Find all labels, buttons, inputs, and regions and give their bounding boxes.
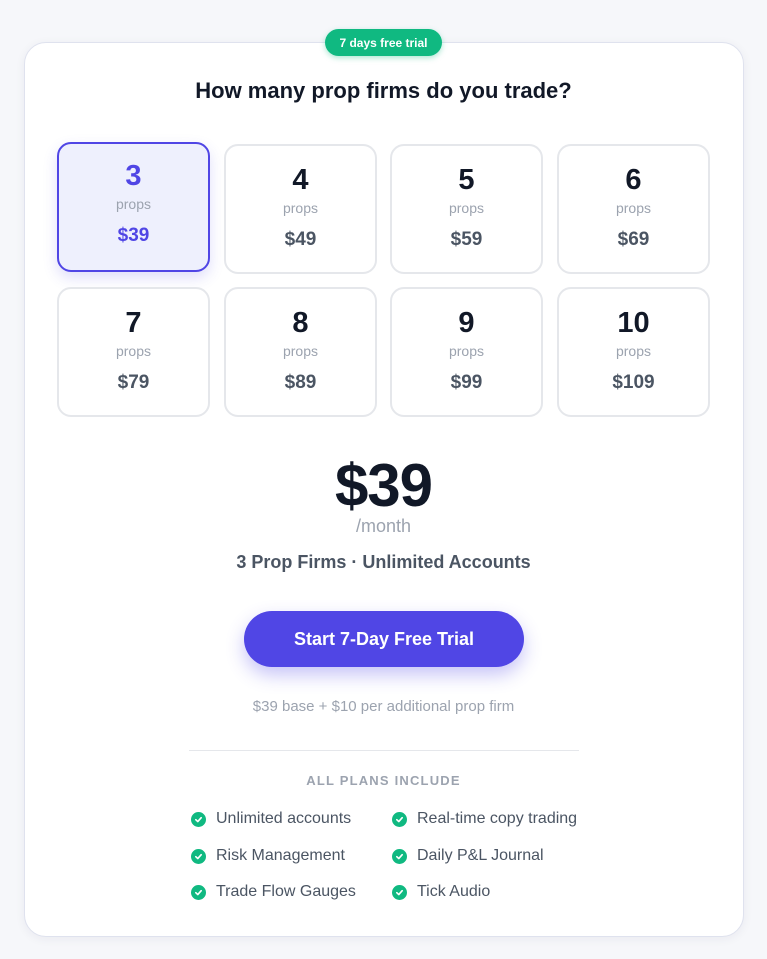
pricing-note: $39 base + $10 per additional prop firm xyxy=(252,698,515,715)
feature-label: Risk Management xyxy=(216,847,345,864)
prop-option-3[interactable]: 3 props $39 xyxy=(57,142,210,272)
feature-label: Unlimited accounts xyxy=(216,810,352,827)
feature-item: Risk Management xyxy=(191,846,345,866)
check-circle-icon xyxy=(392,848,407,864)
prop-unit-label: props xyxy=(615,200,652,216)
divider xyxy=(189,750,579,751)
prop-price: $99 xyxy=(450,372,483,393)
feature-label: Tick Audio xyxy=(417,883,491,900)
prop-price: $39 xyxy=(117,225,150,246)
check-circle-icon xyxy=(191,884,206,900)
prop-count: 10 xyxy=(617,307,650,339)
plan-summary: 3 Prop Firms · Unlimited Accounts xyxy=(236,552,531,572)
feature-item: Tick Audio xyxy=(392,882,490,902)
check-circle-icon xyxy=(191,811,206,827)
check-circle-icon xyxy=(392,884,407,900)
prop-unit-label: props xyxy=(282,343,319,359)
prop-count: 7 xyxy=(125,307,142,339)
prop-count: 5 xyxy=(458,164,475,196)
prop-count: 8 xyxy=(292,307,309,339)
prop-option-7[interactable]: 7 props $79 xyxy=(57,287,210,417)
prop-option-6[interactable]: 6 props $69 xyxy=(557,144,710,274)
trial-badge: 7 days free trial xyxy=(325,29,442,56)
feature-label: Real-time copy trading xyxy=(417,810,578,827)
prop-option-9[interactable]: 9 props $99 xyxy=(390,287,543,417)
check-circle-icon xyxy=(392,811,407,827)
feature-item: Unlimited accounts xyxy=(191,809,351,829)
prop-unit-label: props xyxy=(448,200,485,216)
prop-count: 9 xyxy=(458,307,475,339)
prop-price: $49 xyxy=(284,229,317,250)
page-title: How many prop firms do you trade? xyxy=(195,78,572,103)
check-circle-icon xyxy=(191,848,206,864)
billing-period: /month xyxy=(355,516,412,536)
prop-price: $109 xyxy=(612,372,655,393)
prop-price: $89 xyxy=(284,372,317,393)
start-trial-button[interactable]: Start 7-Day Free Trial xyxy=(244,611,524,667)
feature-item: Daily P&L Journal xyxy=(392,846,544,866)
feature-item: Trade Flow Gauges xyxy=(191,882,356,902)
prop-unit-label: props xyxy=(448,343,485,359)
feature-label: Trade Flow Gauges xyxy=(216,883,356,900)
prop-option-10[interactable]: 10 props $109 xyxy=(557,287,710,417)
prop-option-4[interactable]: 4 props $49 xyxy=(224,144,377,274)
prop-price: $59 xyxy=(450,229,483,250)
prop-unit-label: props xyxy=(615,343,652,359)
prop-count-grid: 3 props $39 4 props $49 5 props $59 6 pr… xyxy=(57,142,711,417)
prop-unit-label: props xyxy=(115,196,152,212)
prop-option-5[interactable]: 5 props $59 xyxy=(390,144,543,274)
selected-price: $39 xyxy=(334,452,433,519)
prop-unit-label: props xyxy=(282,200,319,216)
prop-option-8[interactable]: 8 props $89 xyxy=(224,287,377,417)
prop-unit-label: props xyxy=(115,343,152,359)
prop-price: $79 xyxy=(117,372,150,393)
prop-price: $69 xyxy=(617,229,650,250)
includes-title: ALL PLANS INCLUDE xyxy=(306,773,461,788)
feature-label: Daily P&L Journal xyxy=(417,847,544,864)
feature-item: Real-time copy trading xyxy=(392,809,577,829)
prop-count: 4 xyxy=(292,164,309,196)
prop-count: 3 xyxy=(125,160,142,192)
prop-count: 6 xyxy=(625,164,642,196)
